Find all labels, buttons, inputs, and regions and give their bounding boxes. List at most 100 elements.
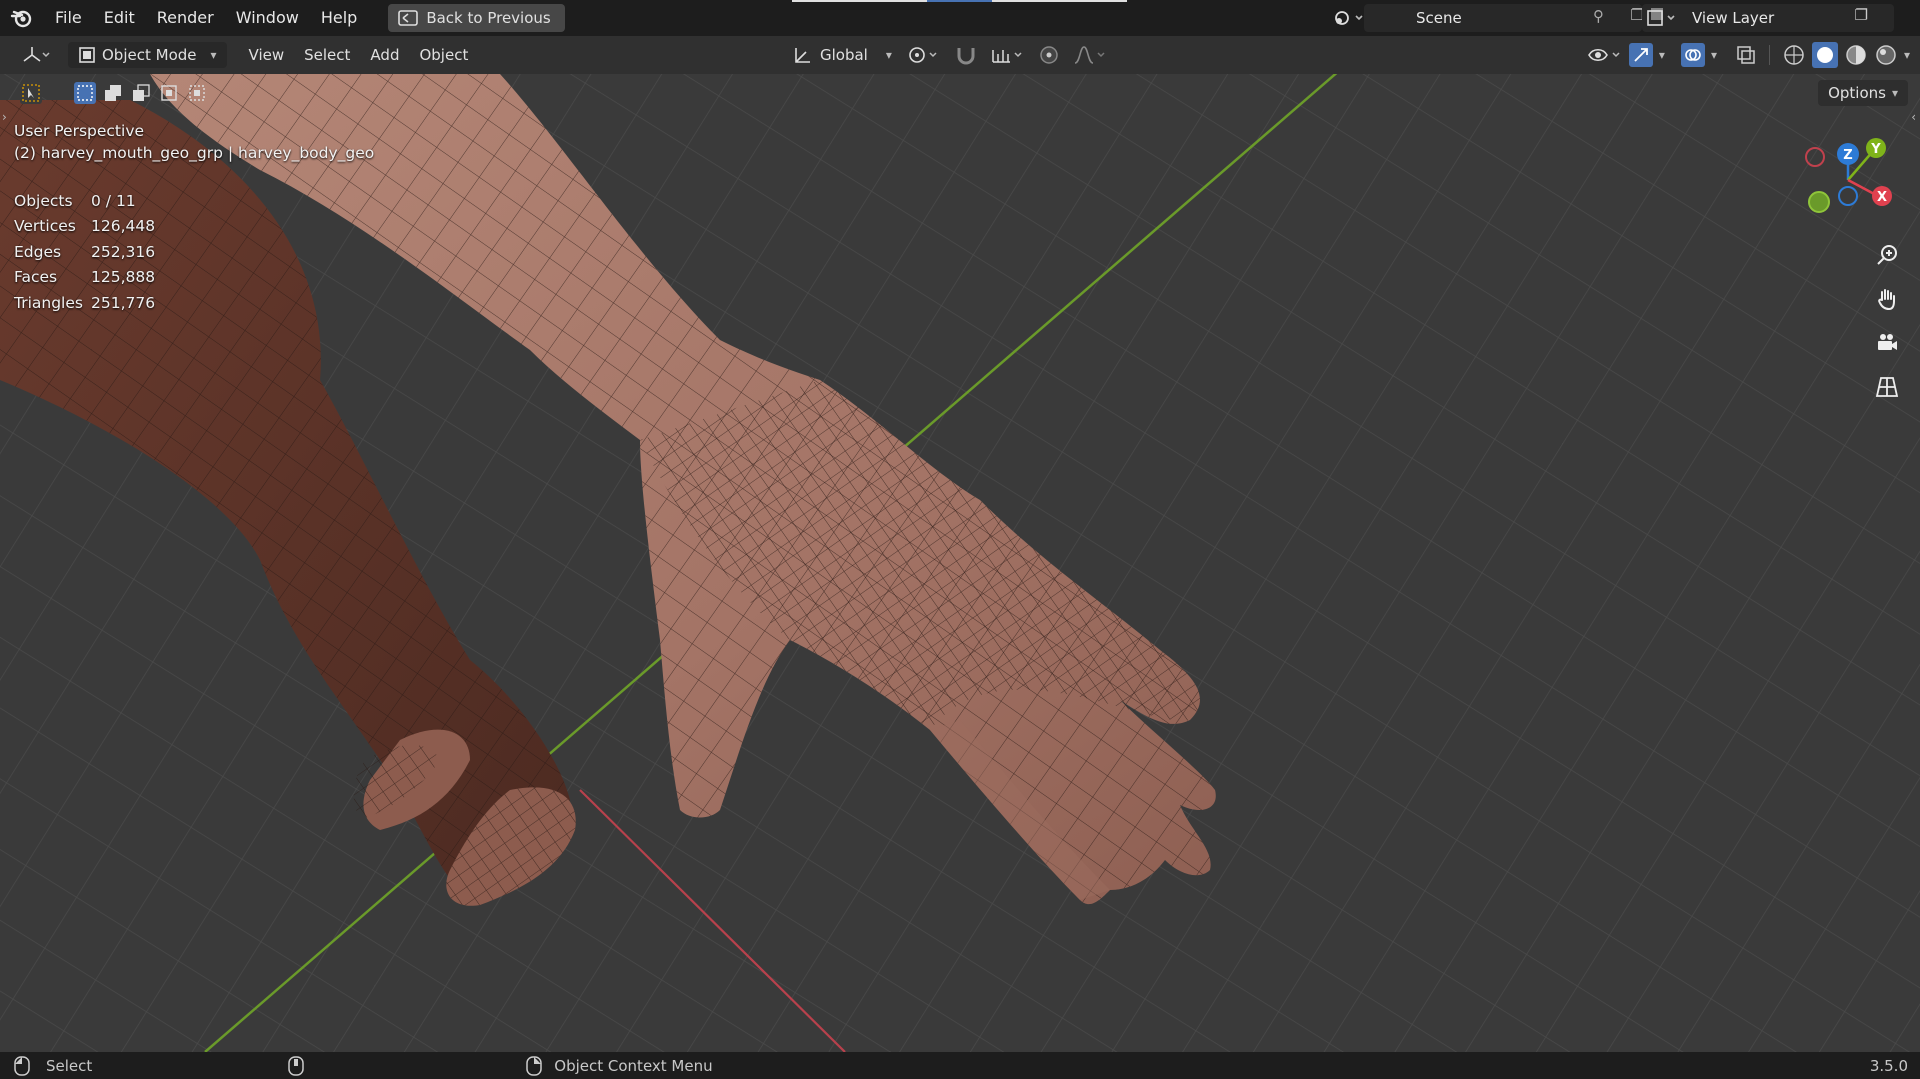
pan-button[interactable] bbox=[1872, 284, 1902, 314]
scene-name[interactable]: Scene bbox=[1416, 9, 1462, 27]
status-bar: Select Object Context Menu 3.5.0 bbox=[0, 1052, 1920, 1079]
camera-icon bbox=[1878, 334, 1897, 350]
chevron-down-icon[interactable]: ▾ bbox=[1904, 48, 1910, 62]
orientation-icon bbox=[795, 48, 810, 63]
select-subtract-button[interactable] bbox=[130, 82, 152, 104]
options-dropdown[interactable]: Options ▾ bbox=[1818, 80, 1908, 106]
mouse-middle-icon bbox=[288, 1055, 305, 1076]
wireframe-shading-icon[interactable] bbox=[1782, 43, 1806, 67]
viewport-info: User Perspective (2) harvey_mouth_geo_gr… bbox=[14, 122, 374, 162]
version-label: 3.5.0 bbox=[1869, 1056, 1908, 1075]
menu-help[interactable]: Help bbox=[310, 0, 368, 36]
mouse-right-icon bbox=[526, 1055, 543, 1076]
scene-icon[interactable] bbox=[1332, 6, 1366, 30]
rendered-shading-icon[interactable] bbox=[1874, 43, 1898, 67]
editor-type-button[interactable] bbox=[14, 42, 60, 68]
menu-edit[interactable]: Edit bbox=[93, 0, 146, 36]
menu-window[interactable]: Window bbox=[225, 0, 310, 36]
header-menu-object[interactable]: Object bbox=[411, 42, 476, 68]
proportional-editing-icon[interactable] bbox=[1038, 44, 1060, 66]
object-mode-label: Object Mode bbox=[102, 46, 197, 64]
view-layer-selector[interactable]: View Layer ❐ bbox=[1642, 4, 1894, 32]
material-preview-icon[interactable] bbox=[1844, 43, 1868, 67]
select-intersect-icon bbox=[189, 85, 205, 101]
pin-icon[interactable]: ⚲ bbox=[1593, 7, 1604, 25]
camera-view-button[interactable] bbox=[1872, 328, 1902, 358]
perspective-toggle-button[interactable] bbox=[1872, 372, 1902, 402]
select-invert-icon bbox=[161, 85, 177, 101]
view-layer-name[interactable]: View Layer bbox=[1692, 9, 1774, 27]
chevron-down-icon: ▾ bbox=[885, 48, 892, 62]
zoom-icon bbox=[1877, 245, 1897, 265]
select-tool-row bbox=[20, 82, 208, 104]
neg-y-axis-handle[interactable] bbox=[1808, 191, 1830, 213]
transform-orientation-dropdown[interactable]: Global ▾ bbox=[784, 42, 900, 68]
xray-toggle-icon[interactable] bbox=[1735, 44, 1757, 66]
scene-statistics: Objects 0 / 11 Vertices 126,448 Edges 252,3… bbox=[14, 188, 155, 316]
editor-type-icon bbox=[23, 47, 50, 62]
overlays-toggle-button[interactable] bbox=[1680, 43, 1705, 67]
grid-perspective-icon bbox=[1875, 377, 1899, 397]
menu-render[interactable]: Render bbox=[146, 0, 225, 36]
neg-z-axis-handle[interactable] bbox=[1838, 186, 1858, 206]
snap-increment-icon[interactable] bbox=[990, 44, 1026, 66]
viewport-scene bbox=[0, 74, 1920, 1052]
stat-row: Objects 0 / 11 bbox=[14, 191, 136, 210]
select-new-button[interactable] bbox=[74, 82, 96, 104]
select-extend-icon bbox=[105, 85, 121, 101]
viewport-header: Object Mode ▾ View Select Add Object Glo… bbox=[0, 36, 1920, 74]
solid-shading-button[interactable] bbox=[1811, 42, 1838, 68]
viewport-display-controls: ▾ ▾ ▾ bbox=[1587, 42, 1910, 68]
overlays-icon bbox=[1685, 49, 1701, 61]
3d-viewport[interactable]: Options ▾ › ‹ User Perspective (2) harve… bbox=[0, 74, 1920, 1052]
orientation-label: Global bbox=[820, 46, 868, 64]
separator bbox=[1768, 45, 1770, 65]
navigation-gizmo[interactable]: Z Y X bbox=[1796, 132, 1900, 224]
navigation-buttons bbox=[1872, 240, 1902, 402]
neg-x-axis-handle[interactable] bbox=[1805, 147, 1825, 167]
new-view-layer-icon[interactable]: ❐ bbox=[1855, 6, 1868, 24]
cursor-arrow-icon bbox=[22, 84, 40, 102]
object-mode-dropdown[interactable]: Object Mode ▾ bbox=[68, 42, 227, 68]
gizmo-icon bbox=[1634, 48, 1648, 62]
menu-file[interactable]: File bbox=[44, 0, 93, 36]
solid-shading-icon bbox=[1816, 47, 1833, 63]
chevron-down-icon: ▾ bbox=[1891, 86, 1898, 100]
x-axis-label: X bbox=[1877, 190, 1887, 205]
select-extend-button[interactable] bbox=[102, 82, 124, 104]
snap-magnet-icon[interactable] bbox=[954, 44, 978, 66]
back-to-previous-button[interactable]: Back to Previous bbox=[388, 4, 565, 32]
select-intersect-button[interactable] bbox=[186, 82, 208, 104]
view-layer-icon[interactable] bbox=[1646, 7, 1680, 29]
gizmo-toggle-button[interactable] bbox=[1628, 43, 1653, 67]
visibility-eye-icon[interactable] bbox=[1587, 44, 1623, 66]
tweak-tool-button[interactable] bbox=[20, 82, 42, 104]
active-object-label: (2) harvey_mouth_geo_grp | harvey_body_g… bbox=[14, 144, 375, 162]
screen-icon bbox=[398, 10, 419, 26]
select-box-icon bbox=[77, 85, 93, 101]
header-menu-view[interactable]: View bbox=[241, 42, 293, 68]
sidebar-expand-arrow-icon[interactable]: ‹ bbox=[1911, 110, 1916, 124]
blender-logo-icon[interactable] bbox=[0, 6, 44, 30]
header-menu-select[interactable]: Select bbox=[296, 42, 358, 68]
chevron-down-icon[interactable]: ▾ bbox=[1659, 48, 1665, 62]
back-to-previous-label: Back to Previous bbox=[426, 9, 551, 27]
y-axis-label: Y bbox=[1870, 142, 1881, 157]
select-invert-button[interactable] bbox=[158, 82, 180, 104]
pivot-point-icon[interactable] bbox=[906, 44, 942, 66]
falloff-icon[interactable] bbox=[1072, 44, 1108, 66]
stat-row: Edges 252,316 bbox=[14, 242, 156, 261]
perspective-label: User Perspective bbox=[14, 122, 145, 140]
scene-selector[interactable]: Scene ⚲ ❐ ✕ bbox=[1335, 4, 1666, 32]
select-subtract-icon bbox=[133, 84, 150, 101]
chevron-down-icon[interactable]: ▾ bbox=[1711, 48, 1717, 62]
workspace-tabs-indicator bbox=[792, 0, 1132, 3]
toolbar-expand-arrow-icon[interactable]: › bbox=[2, 110, 7, 124]
status-select-label: Select bbox=[46, 1056, 93, 1075]
stat-row: Vertices 126,448 bbox=[14, 217, 156, 236]
mouse-left-icon bbox=[14, 1055, 30, 1076]
zoom-button[interactable] bbox=[1872, 240, 1902, 270]
header-menu-add[interactable]: Add bbox=[362, 42, 407, 68]
object-mode-icon bbox=[79, 47, 95, 63]
stat-row: Triangles 251,776 bbox=[14, 293, 156, 312]
